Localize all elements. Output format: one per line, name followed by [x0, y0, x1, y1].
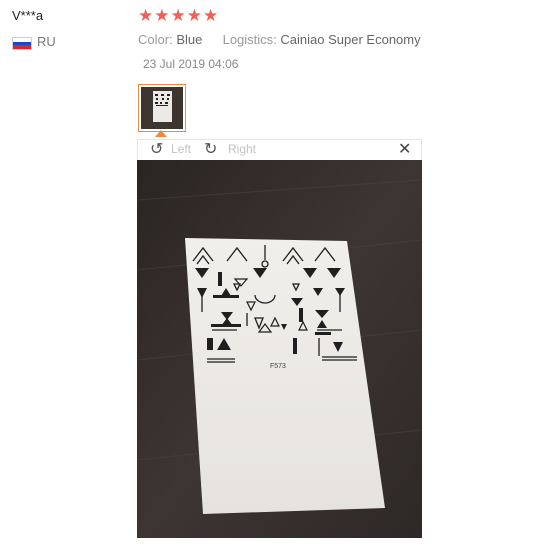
rotate-right-button[interactable]: Right: [228, 142, 256, 156]
close-icon[interactable]: ✕: [398, 140, 411, 159]
review-date: 23 Jul 2019 04:06: [143, 57, 239, 71]
review-photo-large: F573: [137, 160, 422, 538]
rotate-left-button[interactable]: Left: [171, 142, 191, 156]
image-viewer-toolbar: ↺ Left ↻ Right ✕: [137, 139, 422, 160]
star-icon: ★: [186, 6, 203, 25]
rating-stars: ★★★★★: [138, 6, 219, 26]
review-photo-thumbnail[interactable]: [138, 84, 186, 132]
order-info: Color: Blue Logistics: Cainiao Super Eco…: [138, 32, 421, 47]
star-icon: ★: [170, 6, 187, 25]
reviewer-country: RU: [37, 34, 56, 49]
logistics-value: Cainiao Super Economy: [280, 32, 421, 47]
star-icon: ★: [203, 6, 220, 25]
color-value: Blue: [176, 32, 203, 47]
rotate-left-icon[interactable]: ↺: [150, 140, 163, 159]
color-label: Color:: [138, 32, 173, 47]
russia-flag-icon: [12, 37, 32, 50]
logistics-label: Logistics:: [222, 32, 277, 47]
thumbnail-pointer-arrow: [155, 130, 167, 137]
star-icon: ★: [154, 6, 171, 25]
sheet-code: F573: [270, 363, 286, 370]
reviewer-name: V***a: [12, 8, 44, 23]
star-icon: ★: [138, 6, 155, 25]
rotate-right-icon[interactable]: ↻: [204, 140, 217, 159]
